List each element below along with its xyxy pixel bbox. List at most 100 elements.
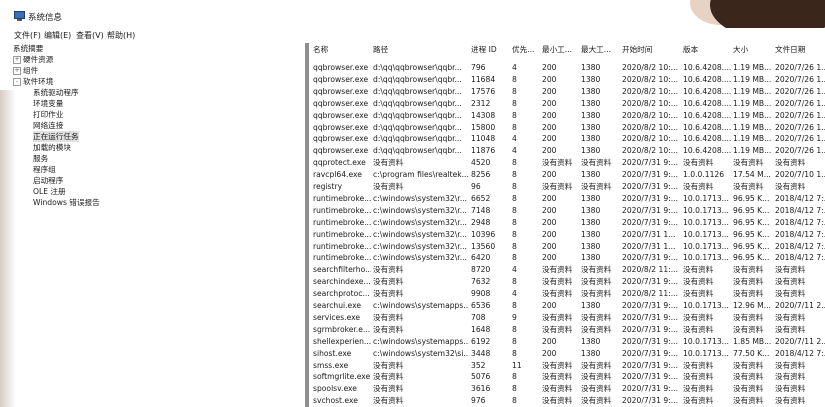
table-row[interactable]: sihost.exe c:\windows\system32\si... 3448 8… bbox=[309, 348, 825, 360]
category-tree[interactable]: 系统摘要 + 硬件资源 + 组件 - 软件环境 系统驱动程序 环境变量 打印作业 网络连接 正在运行任… bbox=[13, 43, 305, 407]
table-cell: 2020/7/31 9:... bbox=[622, 312, 678, 322]
tree-item[interactable]: 系统驱动程序 bbox=[33, 87, 79, 98]
table-cell: 8 bbox=[512, 241, 517, 251]
table-row[interactable]: searchprotoc... 没有资料 9908 4 没有资料 没有资料 2020/8/2… bbox=[309, 288, 825, 300]
table-cell: 没有资料 bbox=[683, 396, 714, 406]
tree-item[interactable]: 系统摘要 bbox=[13, 43, 43, 54]
tree-item[interactable]: 启动程序 bbox=[33, 175, 63, 186]
table-row[interactable]: qqbrowser.exe d:\qq\qqbrowser\qqbr... 2312… bbox=[309, 98, 825, 110]
column-header[interactable]: 优先... bbox=[512, 45, 540, 55]
menu-edit[interactable]: 编辑(E) bbox=[44, 30, 71, 41]
column-header[interactable]: 开始时间 bbox=[622, 45, 681, 55]
table-cell: softmgrlite.exe bbox=[313, 372, 371, 382]
table-cell: 6652 bbox=[471, 193, 491, 203]
table-cell: 352 bbox=[471, 360, 486, 370]
table-cell: 1.0.0.1126 bbox=[683, 170, 725, 180]
tree-item[interactable]: + 组件 bbox=[13, 65, 38, 76]
table-cell: d:\qq\qqbrowser\qqbr... bbox=[373, 74, 462, 84]
table-row[interactable]: searchui.exe c:\windows\systemapps... 6536… bbox=[309, 300, 825, 312]
table-cell: c:\windows\system32\r... bbox=[373, 253, 467, 263]
table-cell: 2020/7/31 9:... bbox=[622, 372, 678, 382]
table-row[interactable]: runtimebroke... c:\windows\system32\r... 6… bbox=[309, 252, 825, 264]
tree-item[interactable]: - 软件环境 bbox=[13, 76, 53, 87]
table-row[interactable]: services.exe 没有资料 708 9 没有资料 没有资料 2020/7/31 9:… bbox=[309, 312, 825, 324]
table-row[interactable]: searchindexe... 没有资料 7632 8 没有资料 没有资料 2020/7/3… bbox=[309, 276, 825, 288]
menu-view[interactable]: 查看(V) bbox=[76, 30, 104, 41]
table-cell: 2020/7/26 1... bbox=[775, 86, 825, 96]
table-cell: 200 bbox=[542, 146, 557, 156]
table-row[interactable]: qqbrowser.exe d:\qq\qqbrowser\qqbr... 796 4… bbox=[309, 62, 825, 74]
table-row[interactable]: shellexperien... c:\windows\systemapps...… bbox=[309, 336, 825, 348]
tree-item-label: 打印作业 bbox=[33, 110, 64, 119]
tree-item[interactable]: + 硬件资源 bbox=[13, 54, 53, 65]
table-row[interactable]: svchost.exe 没有资料 976 8 没有资料 没有资料 2020/7/31 9:.… bbox=[309, 395, 825, 407]
column-header[interactable]: 进程 ID bbox=[471, 45, 509, 55]
table-row[interactable]: runtimebroke... c:\windows\system32\r... 2… bbox=[309, 217, 825, 229]
table-row[interactable]: runtimebroke... c:\windows\system32\r... 7… bbox=[309, 205, 825, 217]
table-row[interactable]: searchfilterho... 没有资料 8720 4 没有资料 没有资料 2020/8… bbox=[309, 264, 825, 276]
table-cell: 2018/4/12 7:... bbox=[775, 205, 825, 215]
column-header[interactable]: 最大工... bbox=[581, 45, 620, 55]
table-cell: 9908 bbox=[471, 289, 491, 299]
tree-item[interactable]: 服务 bbox=[33, 153, 48, 164]
table-cell: 77.50 K... bbox=[733, 348, 770, 358]
table-cell: 2020/7/31 9:... bbox=[622, 336, 678, 346]
table-cell: 796 bbox=[471, 63, 486, 72]
column-header[interactable]: 路径 bbox=[373, 45, 469, 55]
table-row[interactable]: registry 没有资料 96 8 没有资料 没有资料 2020/7/31 9:... 没有… bbox=[309, 181, 825, 193]
table-row[interactable]: sgrmbroker.e... 没有资料 1648 8 没有资料 没有资料 2020/7/3… bbox=[309, 324, 825, 336]
column-header[interactable]: 最小工... bbox=[542, 45, 579, 55]
table-row[interactable]: qqbrowser.exe d:\qq\qqbrowser\qqbr... 1757… bbox=[309, 86, 825, 98]
table-row[interactable]: smss.exe 没有资料 352 11 没有资料 没有资料 2020/7/31 9:...… bbox=[309, 360, 825, 372]
table-row[interactable]: qqbrowser.exe d:\qq\qqbrowser\qqbr... 1187… bbox=[309, 145, 825, 157]
tree-item[interactable]: 网络连接 bbox=[33, 120, 63, 131]
menu-file[interactable]: 文件(F) bbox=[14, 30, 41, 41]
table-cell: 2020/7/31 9:... bbox=[622, 396, 678, 406]
tree-item-label: 软件环境 bbox=[23, 77, 54, 86]
table-row[interactable]: spoolsv.exe 没有资料 3616 8 没有资料 没有资料 2020/7/31 9:… bbox=[309, 383, 825, 395]
column-header[interactable]: 名称 bbox=[313, 45, 371, 55]
tree-item-label: 硬件资源 bbox=[23, 55, 54, 64]
table-cell: 12.96 M... bbox=[733, 301, 771, 310]
expand-icon[interactable]: + bbox=[13, 67, 21, 75]
table-row[interactable]: qqbrowser.exe d:\qq\qqbrowser\qqbr... 1104… bbox=[309, 133, 825, 145]
tree-item[interactable]: 正在运行任务 bbox=[33, 131, 79, 142]
table-row[interactable]: qqbrowser.exe d:\qq\qqbrowser\qqbr... 1430… bbox=[309, 110, 825, 122]
table-row[interactable]: ravcpl64.exe c:\program files\realtek... 8… bbox=[309, 169, 825, 181]
table-row[interactable]: qqbrowser.exe d:\qq\qqbrowser\qqbr... 1580… bbox=[309, 122, 825, 134]
table-row[interactable]: qqprotect.exe 没有资料 4520 8 没有资料 没有资料 2020/7/31 … bbox=[309, 157, 825, 169]
table-cell: 2020/8/2 11:... bbox=[622, 289, 678, 299]
table-cell: runtimebroke... bbox=[313, 205, 371, 215]
column-header[interactable]: 大小 bbox=[733, 45, 773, 55]
table-cell: runtimebroke... bbox=[313, 229, 371, 239]
table-row[interactable]: runtimebroke... c:\windows\system32\r... 1… bbox=[309, 241, 825, 253]
table-row[interactable]: qqbrowser.exe d:\qq\qqbrowser\qqbr... 1168… bbox=[309, 74, 825, 86]
table-cell: 4 bbox=[512, 63, 517, 72]
expand-icon[interactable]: + bbox=[13, 56, 21, 64]
tree-item[interactable]: 加载的模块 bbox=[33, 142, 71, 153]
table-cell: 没有资料 bbox=[542, 182, 573, 191]
table-cell: 1.19 MB... bbox=[733, 74, 772, 84]
table-row[interactable]: runtimebroke... c:\windows\system32\r... 1… bbox=[309, 229, 825, 241]
running-tasks-table[interactable]: 名称 路径 进程 ID 优先... 最小工... 最大工... 开始时间 版本 大小 文件日期 qq… bbox=[309, 43, 825, 407]
tree-item[interactable]: OLE 注册 bbox=[33, 186, 66, 197]
table-cell: qqbrowser.exe bbox=[313, 86, 369, 96]
table-row[interactable]: softmgrlite.exe 没有资料 5076 8 没有资料 没有资料 2020/7/3… bbox=[309, 371, 825, 383]
tree-item[interactable]: 环境变量 bbox=[33, 98, 63, 109]
table-row[interactable]: runtimebroke... c:\windows\system32\r... 6… bbox=[309, 193, 825, 205]
menu-help[interactable]: 帮助(H) bbox=[107, 30, 135, 41]
table-cell: 200 bbox=[542, 122, 557, 132]
column-header[interactable]: 文件日期 bbox=[775, 45, 825, 55]
table-cell: 10.0.1713... bbox=[683, 301, 729, 310]
collapse-icon[interactable]: - bbox=[13, 78, 21, 86]
tree-item[interactable]: Windows 错误报告 bbox=[33, 197, 100, 208]
table-cell: 没有资料 bbox=[775, 312, 806, 322]
table-cell: 200 bbox=[542, 63, 557, 72]
table-cell: 1380 bbox=[581, 217, 601, 227]
table-cell: 没有资料 bbox=[542, 158, 573, 168]
table-cell: 1380 bbox=[581, 193, 601, 203]
tree-item[interactable]: 程序组 bbox=[33, 164, 56, 175]
column-header[interactable]: 版本 bbox=[683, 45, 731, 55]
table-cell: 1380 bbox=[581, 98, 601, 108]
tree-item[interactable]: 打印作业 bbox=[33, 109, 63, 120]
